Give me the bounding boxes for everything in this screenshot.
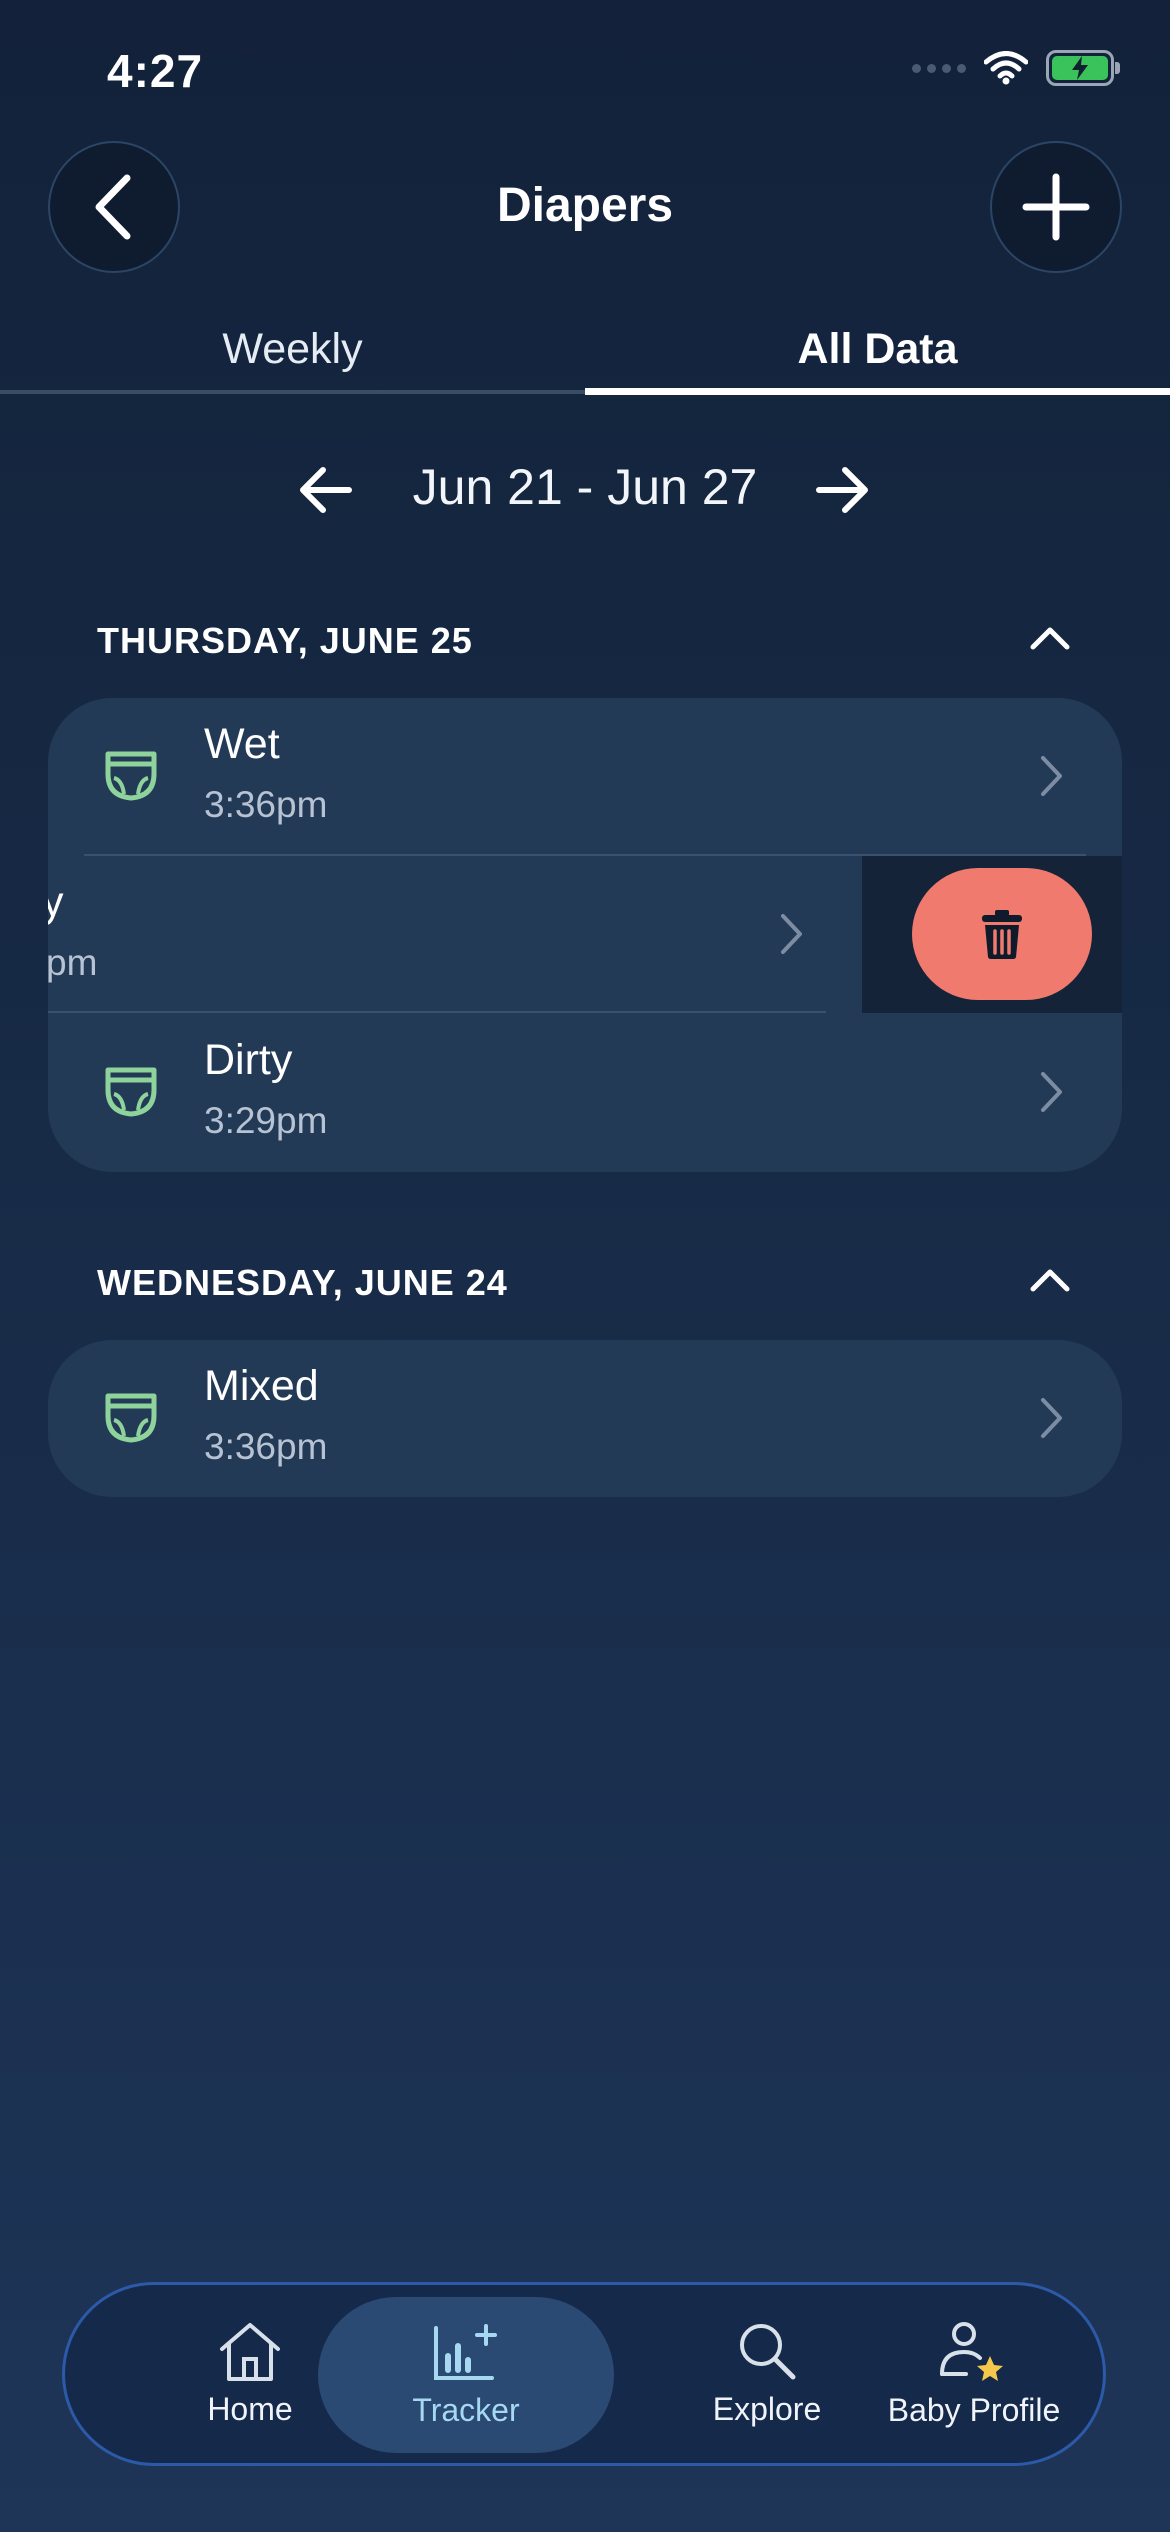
day-header-thursday: THURSDAY, JUNE 25 bbox=[97, 620, 473, 661]
status-time: 4:27 bbox=[107, 45, 204, 97]
tab-bar-label: Baby Profile bbox=[887, 2391, 1061, 2428]
entry-type: Dirty bbox=[204, 1036, 293, 1084]
tab-weekly[interactable]: Weekly bbox=[0, 325, 585, 374]
chevron-right-icon bbox=[1041, 1398, 1062, 1438]
status-icons bbox=[912, 50, 1120, 86]
chevron-right-icon bbox=[781, 914, 802, 954]
add-entry-button[interactable] bbox=[990, 141, 1122, 273]
collapse-wednesday-button[interactable] bbox=[1020, 1260, 1080, 1300]
next-week-button[interactable] bbox=[808, 455, 878, 525]
tab-all-data[interactable]: All Data bbox=[585, 325, 1170, 374]
tab-bar-label: Tracker bbox=[412, 2391, 520, 2428]
tab-bar-label: Home bbox=[207, 2390, 293, 2427]
day-header-wednesday: WEDNESDAY, JUNE 24 bbox=[97, 1262, 508, 1303]
delete-entry-button[interactable] bbox=[912, 868, 1092, 1000]
entry-time: 3:29pm bbox=[204, 1100, 328, 1141]
entry-row-wet[interactable]: Wet 3:36pm bbox=[48, 698, 1122, 855]
baby-profile-icon bbox=[940, 2321, 1003, 2381]
tab-bar-explore[interactable]: Explore bbox=[650, 2285, 884, 2463]
entry-time: 3:36pm bbox=[204, 784, 328, 825]
swiped-row-content[interactable]: y pm bbox=[48, 856, 862, 1013]
cellular-signal-icon bbox=[912, 63, 966, 73]
tab-bar-tracker[interactable]: Tracker bbox=[318, 2297, 614, 2453]
tab-bar-baby-profile[interactable]: Baby Profile bbox=[854, 2285, 1094, 2463]
arrow-right-icon bbox=[816, 467, 868, 513]
chevron-right-icon bbox=[1041, 756, 1062, 796]
chevron-up-icon bbox=[1030, 1269, 1070, 1292]
wifi-icon bbox=[984, 51, 1028, 85]
plus-icon bbox=[1022, 173, 1090, 241]
battery-icon bbox=[1046, 50, 1120, 86]
tracker-chart-icon bbox=[434, 2323, 497, 2380]
entry-row-mixed[interactable]: Mixed 3:36pm bbox=[48, 1340, 1122, 1497]
diaper-icon bbox=[105, 1067, 157, 1117]
entry-type: Mixed bbox=[204, 1362, 319, 1410]
entry-time: 3:36pm bbox=[204, 1426, 328, 1467]
chevron-right-icon bbox=[1041, 1072, 1062, 1112]
diaper-icon bbox=[105, 751, 157, 801]
diaper-icon bbox=[105, 1393, 157, 1443]
wednesday-entries-card: Mixed 3:36pm bbox=[48, 1340, 1122, 1497]
tab-underline bbox=[0, 390, 585, 394]
tab-bar-label: Explore bbox=[712, 2390, 822, 2427]
entry-type: Wet bbox=[204, 720, 280, 768]
chevron-up-icon bbox=[1030, 627, 1070, 650]
date-range-label: Jun 21 - Jun 27 bbox=[412, 459, 758, 515]
home-icon bbox=[220, 2322, 280, 2381]
swiped-entry-row[interactable]: y pm bbox=[48, 856, 1122, 1013]
bottom-tab-bar: Home Tracker Explore Baby Profile bbox=[62, 2282, 1106, 2466]
search-icon bbox=[740, 2323, 796, 2379]
tab-active-indicator bbox=[585, 388, 1170, 395]
trash-icon bbox=[982, 910, 1022, 959]
collapse-thursday-button[interactable] bbox=[1020, 618, 1080, 658]
entry-row-dirty[interactable]: Dirty 3:29pm bbox=[48, 1014, 1122, 1171]
row-divider bbox=[48, 1011, 826, 1013]
